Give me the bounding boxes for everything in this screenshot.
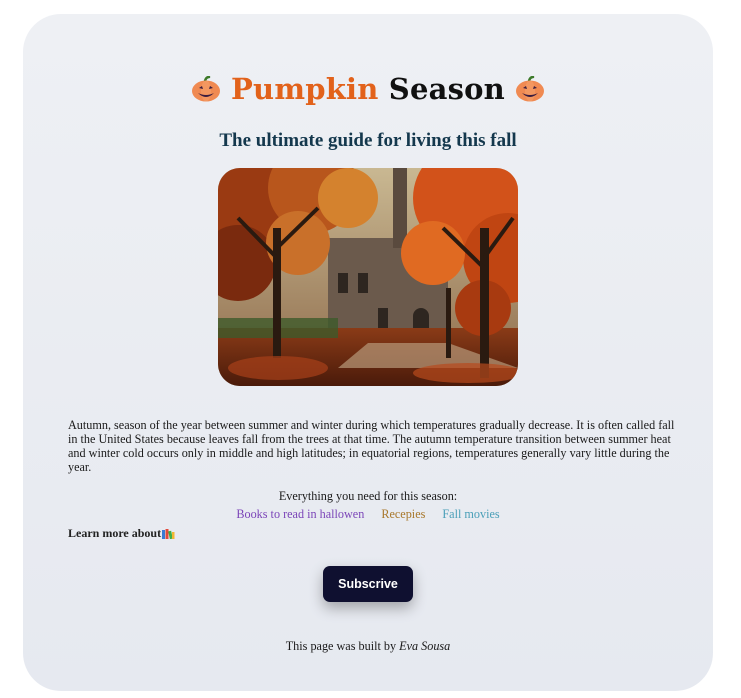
link-books[interactable]: Books to read in hallowen xyxy=(236,507,364,521)
pumpkin-icon xyxy=(516,76,545,102)
footer: This page was built by Eva Sousa xyxy=(23,639,713,654)
page-subtitle: The ultimate guide for living this fall xyxy=(219,130,517,151)
hero-image xyxy=(218,168,518,386)
season-description: Autumn, season of the year between summe… xyxy=(68,418,675,474)
page-title: Pumpkin Season xyxy=(23,72,713,107)
learn-more: Learn more about xyxy=(68,526,175,541)
link-recipes[interactable]: Recepies xyxy=(381,507,425,521)
subscribe-button[interactable]: Subscrive xyxy=(323,566,413,602)
books-icon xyxy=(162,529,175,539)
need-label: Everything you need for this season: xyxy=(278,489,458,503)
season-links: Books to read in hallowen Recepies Fall … xyxy=(23,507,713,522)
link-fall-movies[interactable]: Fall movies xyxy=(442,507,499,521)
footer-text: This page was built by xyxy=(285,639,397,653)
autumn-scene-illustration xyxy=(218,168,518,386)
learn-more-label: Learn more about xyxy=(68,526,162,540)
pumpkin-icon xyxy=(191,76,220,102)
page-card: Pumpkin Season The ultimate guide for li… xyxy=(23,14,713,691)
title-accent: Pumpkin xyxy=(231,72,379,106)
title-rest: Season xyxy=(388,72,505,106)
footer-author: Eva Sousa xyxy=(399,639,451,653)
